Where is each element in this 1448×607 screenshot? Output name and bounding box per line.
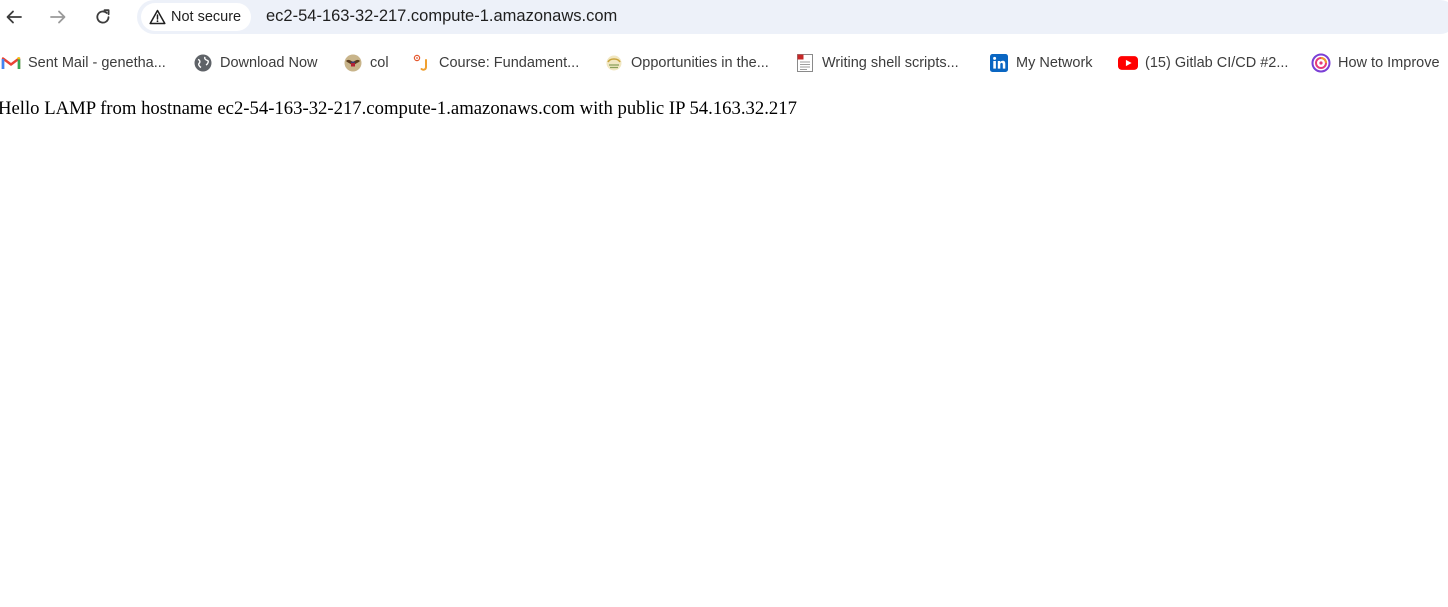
seal-icon [343, 53, 363, 73]
globe-icon [193, 53, 213, 73]
bookmarks-bar: Sent Mail - genetha... Download Now col [0, 48, 1448, 78]
bookmark-label: (15) Gitlab CI/CD #2... [1145, 55, 1289, 71]
security-label: Not secure [171, 9, 242, 25]
bookmark-download-now[interactable]: Download Now [193, 48, 318, 78]
bookmark-label: Writing shell scripts... [822, 55, 959, 71]
linkedin-icon [989, 53, 1009, 73]
bookmark-col[interactable]: col [343, 48, 389, 78]
document-icon [795, 53, 815, 73]
bookmark-course[interactable]: Course: Fundament... [412, 48, 579, 78]
back-button[interactable] [1, 4, 27, 30]
bookmark-label: Sent Mail - genetha... [28, 55, 166, 71]
emblem-icon [604, 53, 624, 73]
bookmark-label: My Network [1016, 55, 1093, 71]
browser-toolbar: Not secure ec2-54-163-32-217.compute-1.a… [0, 0, 1448, 36]
bookmark-how-to-improve[interactable]: How to Improve [1311, 48, 1440, 78]
url-text[interactable]: ec2-54-163-32-217.compute-1.amazonaws.co… [266, 7, 617, 26]
bookmark-gitlab-video[interactable]: (15) Gitlab CI/CD #2... [1118, 48, 1288, 78]
address-bar[interactable]: Not secure ec2-54-163-32-217.compute-1.a… [137, 0, 1448, 34]
bookmark-my-network[interactable]: My Network [989, 48, 1093, 78]
forward-button[interactable] [45, 4, 71, 30]
bookmark-label: Opportunities in the... [631, 55, 769, 71]
swirl-icon [1311, 53, 1331, 73]
arrow-right-icon [50, 10, 66, 24]
warning-icon [149, 9, 166, 25]
bookmark-label: Download Now [220, 55, 318, 71]
gmail-icon [1, 53, 21, 73]
bookmark-opportunities[interactable]: Opportunities in the... [604, 48, 769, 78]
bookmark-label: How to Improve [1338, 55, 1440, 71]
reload-icon [96, 9, 110, 24]
bookmark-shell-scripts[interactable]: Writing shell scripts... [795, 48, 959, 78]
youtube-icon [1118, 53, 1138, 73]
page-body-text: Hello LAMP from hostname ec2-54-163-32-2… [0, 98, 797, 119]
bookmark-label: col [370, 55, 389, 71]
arrow-left-icon [6, 10, 22, 24]
reload-button[interactable] [90, 4, 116, 30]
security-indicator[interactable]: Not secure [141, 3, 252, 31]
bookmark-label: Course: Fundament... [439, 55, 580, 71]
bookmark-sent-mail[interactable]: Sent Mail - genetha... [1, 48, 166, 78]
course-icon [412, 53, 432, 73]
